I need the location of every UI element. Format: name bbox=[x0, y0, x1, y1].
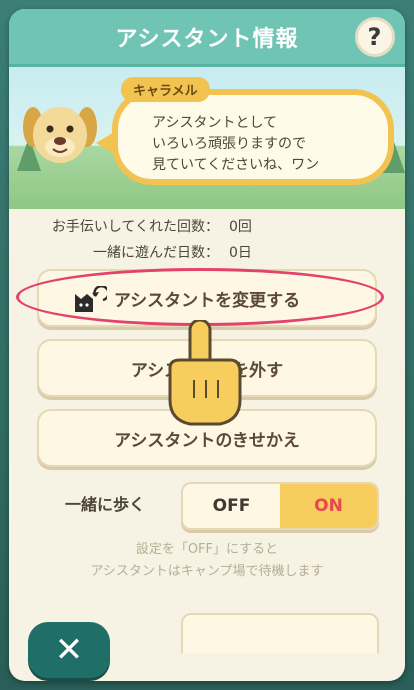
stat-value: 0日 bbox=[229, 245, 252, 261]
toggle-on-button[interactable]: ON bbox=[280, 484, 377, 528]
change-assistant-button[interactable]: アシスタントを変更する bbox=[37, 269, 377, 327]
question-icon: ? bbox=[367, 23, 383, 51]
close-button[interactable]: ✕ bbox=[28, 622, 110, 678]
dog-avatar-icon bbox=[23, 107, 97, 163]
walk-together-label: 一緒に歩く bbox=[65, 495, 146, 514]
assistant-name-tag: キャラメル bbox=[121, 77, 210, 102]
close-icon: ✕ bbox=[54, 630, 84, 670]
toggle-off-button[interactable]: OFF bbox=[183, 484, 280, 528]
stats-section: お手伝いしてくれた回数： 0回 一緒に遊んだ日数： 0日 bbox=[9, 213, 405, 265]
page-title: アシスタント情報 bbox=[115, 26, 299, 52]
stat-value: 0回 bbox=[229, 219, 252, 235]
stat-row: 一緒に遊んだ日数： 0日 bbox=[9, 239, 405, 265]
change-assistant-label: アシスタントを変更する bbox=[113, 290, 301, 311]
stat-label: お手伝いしてくれた回数： bbox=[51, 219, 219, 235]
walk-together-toggle: OFF ON bbox=[181, 482, 379, 530]
stat-label: 一緒に遊んだ日数： bbox=[93, 245, 219, 261]
title-bar: アシスタント情報 ? bbox=[9, 9, 405, 67]
cat-swap-icon bbox=[75, 286, 107, 312]
help-button[interactable]: ? bbox=[355, 17, 395, 57]
header-scene: アシスタントとして いろいろ頑張りますので 見ていてくださいね、ワン キャラメル bbox=[9, 67, 405, 209]
walk-note-text: 設定を「OFF」にすると アシスタントはキャンプ場で待機します bbox=[90, 542, 324, 579]
speech-bubble: アシスタントとして いろいろ頑張りますので 見ていてくださいね、ワン bbox=[96, 89, 394, 185]
stat-row: お手伝いしてくれた回数： 0回 bbox=[9, 213, 405, 239]
partial-button[interactable] bbox=[181, 613, 379, 653]
assistant-message: アシスタントとして いろいろ頑張りますので 見ていてくださいね、ワン bbox=[152, 115, 320, 173]
pointing-hand-icon bbox=[168, 320, 242, 426]
